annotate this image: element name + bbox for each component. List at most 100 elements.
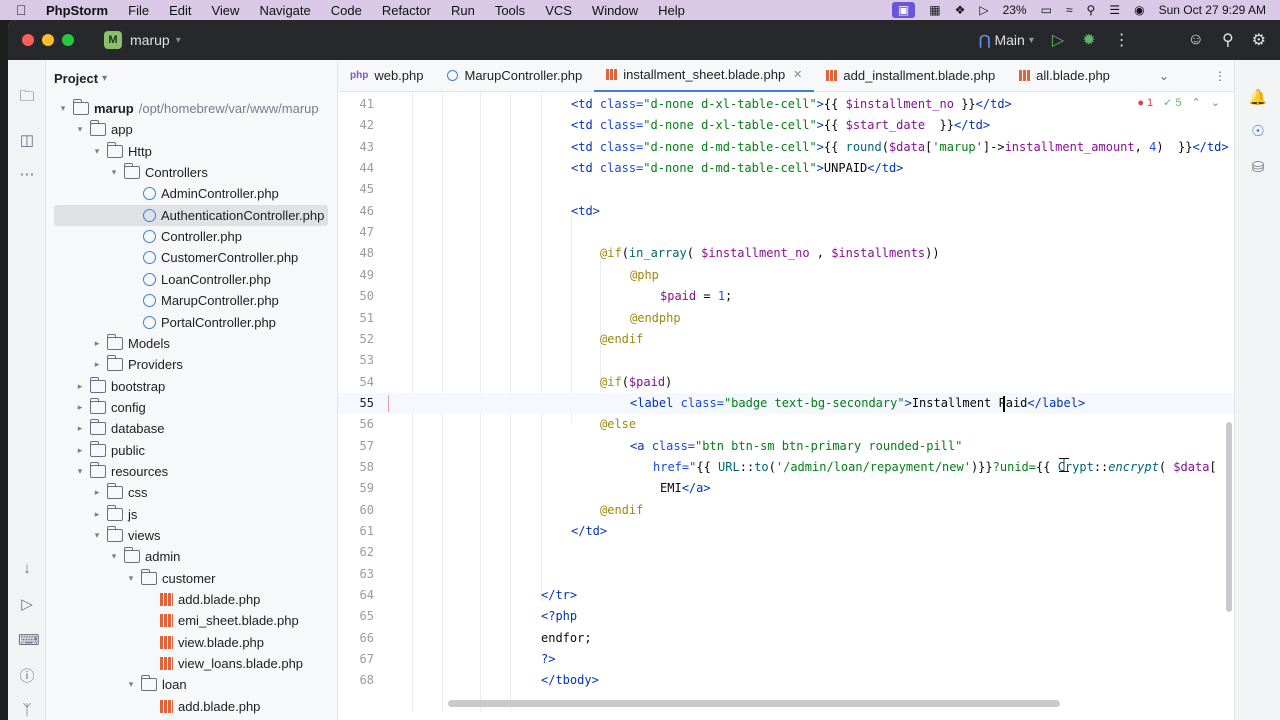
- chevron-down-icon[interactable]: ▾: [124, 679, 138, 690]
- tree-item[interactable]: ▸ Providers: [46, 354, 338, 375]
- more-horizontal-icon[interactable]: ⋯: [18, 166, 36, 184]
- menu-navigate[interactable]: Navigate: [259, 3, 310, 18]
- line-number[interactable]: 43: [338, 137, 374, 158]
- close-window-button[interactable]: [22, 34, 34, 46]
- menu-file[interactable]: File: [128, 3, 149, 18]
- chevron-down-icon[interactable]: ▾: [90, 146, 104, 157]
- tree-item[interactable]: CustomerController.php: [46, 247, 338, 268]
- menu-window[interactable]: Window: [592, 3, 638, 18]
- tree-item[interactable]: add.blade.php: [46, 589, 338, 610]
- chevron-down-icon[interactable]: ▾: [107, 551, 121, 562]
- project-folder-icon[interactable]: 🗀: [18, 88, 36, 106]
- tree-item[interactable]: ▸ Models: [46, 333, 338, 354]
- line-number[interactable]: 50: [338, 286, 374, 307]
- menu-edit[interactable]: Edit: [169, 3, 191, 18]
- chevron-down-icon[interactable]: ▾: [73, 466, 87, 477]
- tree-item[interactable]: ▾ customer: [46, 568, 338, 589]
- chevron-right-icon[interactable]: ▸: [73, 423, 87, 434]
- code-line[interactable]: <a class="btn btn-sm btn-primary rounded…: [630, 436, 962, 457]
- search-icon[interactable]: ⚲: [1087, 3, 1096, 17]
- chevron-right-icon[interactable]: ▸: [90, 338, 104, 349]
- chevron-right-icon[interactable]: ▸: [73, 381, 87, 392]
- ai-assistant-icon[interactable]: ☉: [1248, 122, 1268, 142]
- wifi-icon[interactable]: ≈: [1066, 3, 1073, 17]
- tree-item[interactable]: ▾ marup/opt/homebrew/var/www/marup: [46, 98, 338, 119]
- tree-item[interactable]: AuthenticationController.php: [54, 204, 328, 226]
- siri-icon[interactable]: ◉: [1134, 3, 1144, 17]
- structure-icon[interactable]: ◫: [18, 132, 36, 150]
- menu-view[interactable]: View: [211, 3, 239, 18]
- code-line[interactable]: <td class="d-none d-md-table-cell">{{ ro…: [571, 137, 1229, 158]
- play-circle-icon[interactable]: ▷: [979, 3, 988, 17]
- chevron-down-icon[interactable]: ⌄: [1211, 96, 1220, 109]
- code-line[interactable]: @if(in_array( $installment_no , $install…: [600, 243, 940, 264]
- chevron-down-icon[interactable]: ▾: [176, 35, 181, 46]
- code-line[interactable]: @php: [630, 265, 659, 286]
- vcs-branch-widget[interactable]: ⋂ Main ▾: [979, 32, 1034, 49]
- control-center-icon[interactable]: ☰: [1109, 3, 1120, 17]
- tree-item[interactable]: ▾ Controllers: [46, 162, 338, 183]
- menu-code[interactable]: Code: [331, 3, 362, 18]
- git-branch-icon[interactable]: ᛉ: [18, 702, 36, 720]
- code-line[interactable]: <?php: [541, 606, 577, 627]
- chevron-right-icon[interactable]: ▸: [73, 402, 87, 413]
- line-number[interactable]: 48: [338, 243, 374, 264]
- tree-item[interactable]: MarupController.php: [46, 290, 338, 311]
- code-line[interactable]: <td class="d-none d-md-table-cell">UNPAI…: [571, 158, 903, 179]
- line-number[interactable]: 62: [338, 542, 374, 563]
- project-badge[interactable]: M: [104, 31, 122, 49]
- code-editor[interactable]: 41 <td class="d-none d-xl-table-cell">{{ …: [338, 92, 1234, 720]
- line-number[interactable]: 47: [338, 222, 374, 243]
- chevron-down-icon[interactable]: ▾: [124, 573, 138, 584]
- search-everywhere-icon[interactable]: ⚲: [1222, 30, 1234, 50]
- tree-item[interactable]: ▾ admin: [46, 546, 338, 567]
- tree-item[interactable]: view_loans.blade.php: [46, 653, 338, 674]
- terminal-icon[interactable]: ⌨: [18, 632, 40, 650]
- horizontal-scrollbar[interactable]: [448, 700, 1060, 707]
- apple-logo-icon[interactable]: : [16, 2, 38, 18]
- code-line[interactable]: <td class="d-none d-xl-table-cell">{{ $i…: [571, 94, 1012, 115]
- line-number[interactable]: 44: [338, 158, 374, 179]
- line-number[interactable]: 67: [338, 649, 374, 670]
- line-number[interactable]: 51: [338, 308, 374, 329]
- tree-item[interactable]: emi_sheet.blade.php: [46, 610, 338, 631]
- code-line[interactable]: </tbody>: [541, 670, 599, 691]
- add-user-icon[interactable]: ☺: [1188, 31, 1204, 49]
- tree-item[interactable]: ▾ loan: [46, 674, 338, 695]
- tree-item[interactable]: ▸ js: [46, 504, 338, 525]
- line-number[interactable]: 63: [338, 564, 374, 585]
- chevron-down-icon[interactable]: ▾: [107, 167, 121, 178]
- chevron-down-icon[interactable]: ▾: [90, 530, 104, 541]
- code-line[interactable]: ?>: [541, 649, 555, 670]
- tree-item[interactable]: ▸ css: [46, 482, 338, 503]
- line-number[interactable]: 58: [338, 457, 374, 478]
- code-line[interactable]: <label class="badge text-bg-secondary">I…: [630, 393, 1085, 414]
- tree-item[interactable]: ▾ Http: [46, 141, 338, 162]
- project-panel-header[interactable]: Project ▾: [46, 60, 337, 96]
- tree-item[interactable]: AdminController.php: [46, 183, 338, 204]
- code-line[interactable]: @endphp: [630, 308, 681, 329]
- chevron-right-icon[interactable]: ▸: [90, 487, 104, 498]
- more-vertical-icon[interactable]: ⋮: [1114, 30, 1130, 50]
- tab-add-installment-blade-php[interactable]: add_installment.blade.php: [814, 60, 1007, 92]
- menubar-clock[interactable]: Sun Oct 27 9:29 AM: [1159, 3, 1266, 17]
- code-line[interactable]: href="{{ URL::to('/admin/loan/repayment/…: [653, 457, 1217, 478]
- code-line[interactable]: @endif: [600, 329, 643, 350]
- cube-icon[interactable]: ❖: [955, 3, 966, 17]
- tab-installment-sheet-blade-php[interactable]: installment_sheet.blade.php ✕: [594, 60, 815, 92]
- database-icon[interactable]: ⛁: [1248, 158, 1268, 178]
- chevron-right-icon[interactable]: ▸: [90, 509, 104, 520]
- menu-vcs[interactable]: VCS: [545, 3, 572, 18]
- line-number[interactable]: 65: [338, 606, 374, 627]
- code-line[interactable]: endfor;: [541, 628, 592, 649]
- chevron-right-icon[interactable]: ▸: [90, 359, 104, 370]
- tree-item[interactable]: ▸ public: [46, 440, 338, 461]
- tree-item[interactable]: PortalController.php: [46, 312, 338, 333]
- chevron-up-icon[interactable]: ⌃: [1192, 96, 1201, 109]
- minimize-window-button[interactable]: [42, 34, 54, 46]
- line-number[interactable]: 64: [338, 585, 374, 606]
- code-line[interactable]: @else: [600, 414, 636, 435]
- tree-item[interactable]: Controller.php: [46, 226, 338, 247]
- grid-icon[interactable]: ▦: [929, 3, 940, 17]
- line-number[interactable]: 46: [338, 201, 374, 222]
